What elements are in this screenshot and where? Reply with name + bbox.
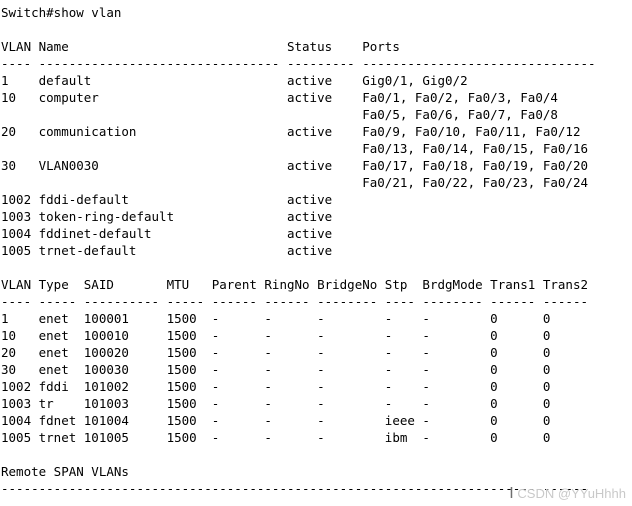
- table-row: 20 communication active Fa0/9, Fa0/10, F…: [1, 124, 581, 139]
- table-row-continuation: Fa0/21, Fa0/22, Fa0/23, Fa0/24: [1, 175, 588, 190]
- table-row: 1002 fddi-default active: [1, 192, 333, 207]
- terminal-output: Switch#show vlan VLAN Name Status Ports …: [0, 4, 632, 506]
- table-row: 1005 trnet 101005 1500 - - - ibm - 0 0: [1, 430, 551, 445]
- vlan-detail-table-header: VLAN Type SAID MTU Parent RingNo BridgeN…: [1, 277, 588, 292]
- text-caret-icon: [508, 484, 515, 503]
- table-row-continuation: Fa0/5, Fa0/6, Fa0/7, Fa0/8: [1, 107, 558, 122]
- blank-line: [0, 259, 632, 276]
- table-row-continuation: Fa0/13, Fa0/14, Fa0/15, Fa0/16: [1, 141, 588, 156]
- table-row: 10 computer active Fa0/1, Fa0/2, Fa0/3, …: [1, 90, 558, 105]
- table-row: 1 default active Gig0/1, Gig0/2: [1, 73, 468, 88]
- table-row: 1 enet 100001 1500 - - - - - 0 0: [1, 311, 551, 326]
- watermark-label: CSDN @YYuHhhh: [517, 486, 626, 501]
- table-row: 20 enet 100020 1500 - - - - - 0 0: [1, 345, 551, 360]
- table-row: 1005 trnet-default active: [1, 243, 333, 258]
- table-row: 10 enet 100010 1500 - - - - - 0 0: [1, 328, 551, 343]
- table-row: 1004 fddinet-default active: [1, 226, 333, 241]
- blank-line: [0, 21, 632, 38]
- command-prompt-line: Switch#show vlan: [1, 5, 122, 20]
- table-row: 1003 tr 101003 1500 - - - - - 0 0: [1, 396, 551, 411]
- table-row: 30 enet 100030 1500 - - - - - 0 0: [1, 362, 551, 377]
- vlan-table-header: VLAN Name Status Ports: [1, 39, 400, 54]
- vlan-table-separator: ---- -------------------------------- --…: [1, 56, 596, 71]
- blank-line: [0, 446, 632, 463]
- terminal-window[interactable]: Switch#show vlan VLAN Name Status Ports …: [0, 0, 632, 506]
- table-row: 1003 token-ring-default active: [1, 209, 333, 224]
- vlan-detail-table-separator: ---- ----- ---------- ----- ------ -----…: [1, 294, 588, 309]
- table-row: 30 VLAN0030 active Fa0/17, Fa0/18, Fa0/1…: [1, 158, 588, 173]
- table-row: 1002 fddi 101002 1500 - - - - - 0 0: [1, 379, 551, 394]
- table-row: 1004 fdnet 101004 1500 - - - ieee - 0 0: [1, 413, 551, 428]
- remote-span-title: Remote SPAN VLANs: [1, 464, 129, 479]
